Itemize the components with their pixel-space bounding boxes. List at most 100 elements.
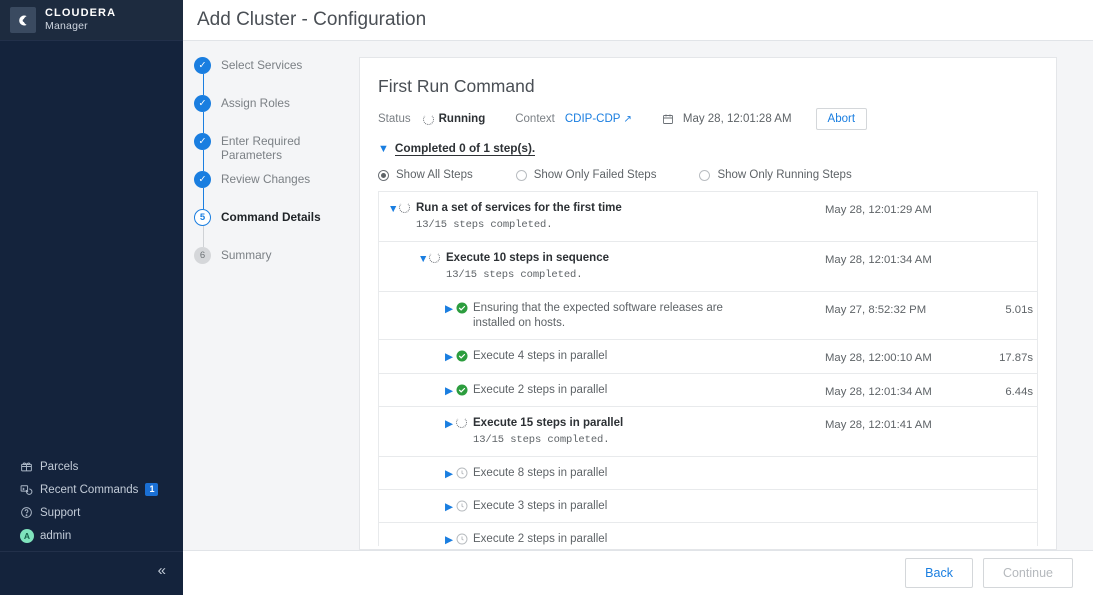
step-label-cell: Execute 2 steps in parallel <box>473 381 607 404</box>
sidebar-item-enter-required-parameters[interactable]: ✓ Enter Required Parameters <box>183 133 359 171</box>
step-done-icon: ✓ <box>194 133 211 150</box>
completed-summary-toggle[interactable]: ▼ Completed 0 of 1 step(s). <box>378 141 1038 156</box>
step-label: Select Services <box>221 58 303 72</box>
footer-bar: Back Continue <box>183 550 1093 595</box>
abort-button[interactable]: Abort <box>815 108 868 130</box>
success-check-icon <box>456 299 473 314</box>
step-label-cell: Execute 15 steps in parallel 13/15 steps… <box>473 414 623 454</box>
brand-sub: Manager <box>45 19 88 32</box>
parcels-icon <box>20 460 37 473</box>
chevron-right-icon[interactable]: ▶ <box>445 497 456 513</box>
chevron-right-icon[interactable]: ▶ <box>445 299 456 315</box>
sidebar-item-summary[interactable]: 6 Summary <box>183 247 359 285</box>
step-substatus: 13/15 steps completed. <box>416 219 553 232</box>
context-link[interactable]: CDIP-CDP ↗ <box>565 113 632 125</box>
step-connector <box>202 112 205 133</box>
radio-icon <box>378 169 389 181</box>
step-label: Execute 2 steps in parallel <box>473 383 608 396</box>
step-timestamp: May 28, 12:01:34 AM <box>825 254 932 267</box>
table-row[interactable]: ▶ Ensuring that the expected software re… <box>379 291 1037 339</box>
step-duration: 6.44s <box>1005 385 1033 398</box>
sidebar: CLOUDERA Manager Parcels Recent Commands… <box>0 0 183 595</box>
running-spinner-icon <box>429 249 446 264</box>
step-label: Execute 10 steps in sequence <box>446 252 609 265</box>
step-label-cell: Ensuring that the expected software rele… <box>473 299 738 337</box>
running-spinner-icon <box>399 199 416 213</box>
table-row[interactable]: ▶ Execute 15 steps in parallel 13/15 ste… <box>379 405 1037 456</box>
chevron-down-icon[interactable]: ▼ <box>418 249 429 265</box>
step-label: Execute 2 steps in parallel <box>473 533 608 546</box>
radio-icon <box>699 169 711 181</box>
sidebar-item-review-changes[interactable]: ✓ Review Changes <box>183 171 359 209</box>
sidebar-item-label: Recent Commands <box>40 483 139 496</box>
filter-show-all-steps[interactable]: Show All Steps <box>378 169 473 181</box>
radio-icon <box>515 169 527 181</box>
filter-show-only-running-steps[interactable]: Show Only Running Steps <box>699 169 852 181</box>
page-title: Add Cluster - Configuration <box>197 9 427 30</box>
chevron-right-icon[interactable]: ▶ <box>445 381 456 397</box>
step-label: Execute 8 steps in parallel <box>473 466 608 479</box>
sidebar-bottom-nav: Parcels Recent Commands 1 Support A admi… <box>0 455 183 595</box>
sidebar-item-admin[interactable]: A admin <box>0 524 183 547</box>
step-label-cell: Execute 2 steps in parallel <box>473 530 607 546</box>
step-done-icon: ✓ <box>194 171 211 188</box>
help-circle-icon <box>20 506 37 519</box>
step-label: Summary <box>221 248 272 262</box>
command-details-card: First Run Command Status Running Context… <box>359 57 1057 550</box>
context-label: Context <box>515 113 555 125</box>
card-wrap: First Run Command Status Running Context… <box>359 41 1093 550</box>
avatar: A <box>20 528 37 543</box>
chevron-right-icon[interactable]: ▶ <box>445 530 456 546</box>
filter-label: Show Only Failed Steps <box>533 169 657 181</box>
table-row[interactable]: ▼ Execute 10 steps in sequence 13/15 ste… <box>379 241 1037 291</box>
step-filters: Show All Steps Show Only Failed Steps Sh… <box>378 169 1038 181</box>
step-timestamp <box>825 530 975 535</box>
chevron-right-icon[interactable]: ▶ <box>445 414 456 430</box>
table-row[interactable]: ▶ Execute 2 steps in parallel <box>379 522 1037 546</box>
body-area: ✓ Select Services ✓ Assign Roles ✓ Enter… <box>183 41 1093 550</box>
completed-summary-text: Completed 0 of 1 step(s). <box>394 141 536 156</box>
table-row[interactable]: ▶ Execute 3 steps in parallel <box>379 488 1037 522</box>
step-timestamp: May 28, 12:01:34 AM <box>825 385 932 398</box>
back-button[interactable]: Back <box>905 558 973 588</box>
sidebar-item-command-details[interactable]: 5 Command Details <box>183 209 359 247</box>
recent-commands-badge: 1 <box>145 482 159 497</box>
step-connector <box>202 150 205 171</box>
chevron-down-icon[interactable]: ▼ <box>388 199 399 215</box>
context-value: CDIP-CDP <box>564 113 621 125</box>
step-timestamp: May 28, 12:01:29 AM <box>825 204 932 216</box>
sidebar-item-label: Support <box>40 506 81 519</box>
pending-clock-icon <box>456 464 473 479</box>
steps-table[interactable]: ▼ Run a set of services for the first ti… <box>378 191 1038 546</box>
sidebar-item-support[interactable]: Support <box>0 501 183 524</box>
step-label: Execute 3 steps in parallel <box>473 499 608 512</box>
step-duration <box>975 464 1037 469</box>
sidebar-collapse-button[interactable]: « <box>0 551 183 589</box>
step-duration: 5.01s <box>1005 304 1033 317</box>
table-row[interactable]: ▶ Execute 4 steps in parallel May 28, 12… <box>379 339 1037 372</box>
brand-header[interactable]: CLOUDERA Manager <box>0 0 183 41</box>
sidebar-item-recent-commands[interactable]: Recent Commands 1 <box>0 478 183 501</box>
step-connector <box>202 226 205 247</box>
main-area: Add Cluster - Configuration ✓ Select Ser… <box>183 0 1093 595</box>
step-done-icon: ✓ <box>194 95 211 112</box>
step-done-icon: ✓ <box>194 57 211 74</box>
table-row[interactable]: ▼ Run a set of services for the first ti… <box>379 192 1037 241</box>
step-number: 5 <box>194 209 211 226</box>
step-timestamp <box>825 497 975 502</box>
external-link-icon: ↗ <box>623 113 632 125</box>
step-label: Review Changes <box>221 172 311 186</box>
chevron-right-icon[interactable]: ▶ <box>445 464 456 480</box>
step-label: Execute 4 steps in parallel <box>473 350 608 363</box>
step-label: Assign Roles <box>221 96 290 110</box>
sidebar-item-select-services[interactable]: ✓ Select Services <box>183 57 359 95</box>
filter-label: Show All Steps <box>396 169 473 181</box>
chevron-right-icon[interactable]: ▶ <box>445 347 456 363</box>
table-row[interactable]: ▶ Execute 2 steps in parallel May 28, 12… <box>379 372 1037 406</box>
table-row[interactable]: ▶ Execute 8 steps in parallel <box>379 455 1037 489</box>
sidebar-item-assign-roles[interactable]: ✓ Assign Roles <box>183 95 359 133</box>
step-number: 6 <box>194 247 211 264</box>
filter-show-only-failed-steps[interactable]: Show Only Failed Steps <box>515 169 657 181</box>
sidebar-item-parcels[interactable]: Parcels <box>0 455 183 478</box>
wizard-steps: ✓ Select Services ✓ Assign Roles ✓ Enter… <box>183 41 359 550</box>
